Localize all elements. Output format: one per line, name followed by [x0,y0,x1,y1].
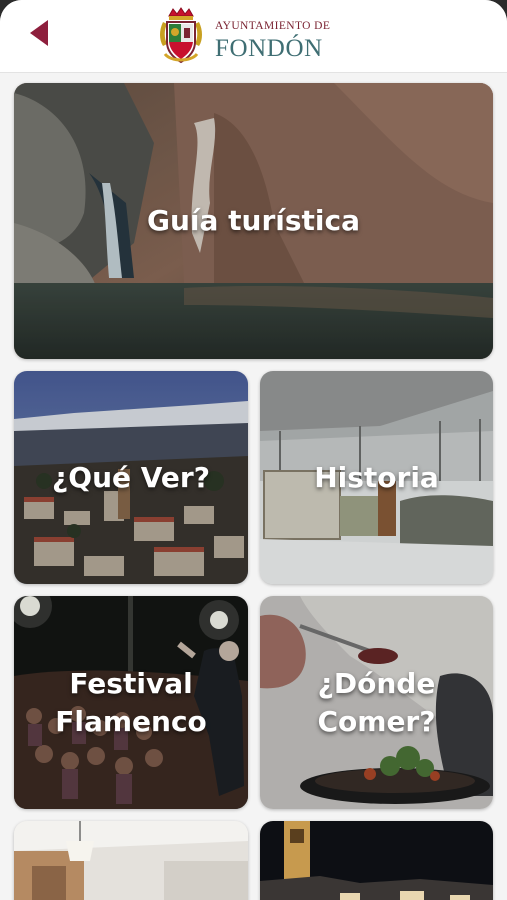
tile-que-ver[interactable]: ¿Qué Ver? [14,371,248,584]
app-header: AYUNTAMIENTO DE FONDÓN [0,0,507,73]
interior-room-image [14,821,248,900]
back-button[interactable] [24,16,54,50]
tile-accommodation[interactable] [14,821,248,900]
app-screen: AYUNTAMIENTO DE FONDÓN Guía turística ¿Q… [0,0,507,900]
chevron-left-icon [30,20,48,46]
tile-label: Historia [314,460,439,494]
night-church-tower-image [260,821,493,900]
tile-festival-flamenco[interactable]: Festival Flamenco [14,596,248,809]
tile-label-line2: Comer? [317,704,436,738]
logo-town-name: FONDÓN [215,35,323,63]
tile-label-line1: Festival [69,666,193,700]
tile-label: Guía turística [146,204,361,237]
tile-donde-comer[interactable]: ¿Dónde Comer? [260,596,493,809]
tile-label-line1: ¿Dónde [317,666,436,700]
tile-guia-turistica[interactable]: Guía turística [14,83,493,359]
municipality-logo: AYUNTAMIENTO DE FONDÓN [157,6,330,66]
tile-label: Festival Flamenco [14,596,248,809]
tile-label: ¿Qué Ver? [52,460,210,494]
tile-historia[interactable]: Historia [260,371,493,584]
tile-events[interactable] [260,821,493,900]
coat-of-arms-icon [160,7,202,64]
tile-label: ¿Dónde Comer? [260,596,493,809]
logo-title-line: AYUNTAMIENTO DE [215,19,331,32]
tile-label-line2: Flamenco [55,704,207,738]
